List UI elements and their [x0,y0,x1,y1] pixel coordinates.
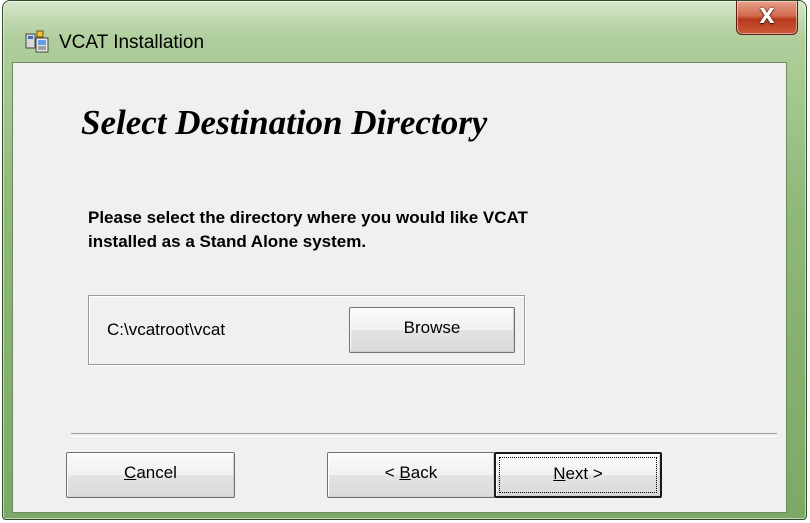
destination-group: C:\vcatroot\vcat Browse [88,295,525,365]
installer-window: VCAT Installation X Select Destination D… [2,0,807,520]
instructions-text: Please select the directory where you wo… [88,206,708,254]
instructions-line-1: Please select the directory where you wo… [88,208,528,227]
installer-icon [25,30,49,53]
page-heading: Select Destination Directory [81,103,488,142]
destination-path: C:\vcatroot\vcat [107,320,226,339]
back-button-label: < Back [385,463,437,482]
back-label-rest: ack [410,463,438,482]
dialog-client-area: Select Destination Directory Please sele… [12,62,787,513]
close-button[interactable]: X [736,1,798,35]
window-title: VCAT Installation [59,32,205,53]
close-icon: X [759,4,775,28]
cancel-button[interactable]: Cancel [66,452,235,498]
back-button[interactable]: < Back [327,452,495,498]
next-label-rest: ext [565,464,589,483]
browse-button[interactable]: Browse [349,307,515,353]
back-accelerator: B [399,463,411,482]
next-button[interactable]: Next > [494,452,662,498]
next-accelerator: N [553,464,566,483]
browse-button-label: Browse [403,318,461,337]
cancel-label-rest: ancel [136,463,177,482]
back-arrow: < [384,463,400,482]
next-arrow: > [588,464,603,483]
next-button-label: Next > [553,464,603,483]
cancel-button-label: Cancel [124,463,177,482]
button-separator [71,433,777,437]
instructions-line-2: installed as a Stand Alone system. [88,232,367,251]
cancel-accelerator: C [124,463,137,482]
